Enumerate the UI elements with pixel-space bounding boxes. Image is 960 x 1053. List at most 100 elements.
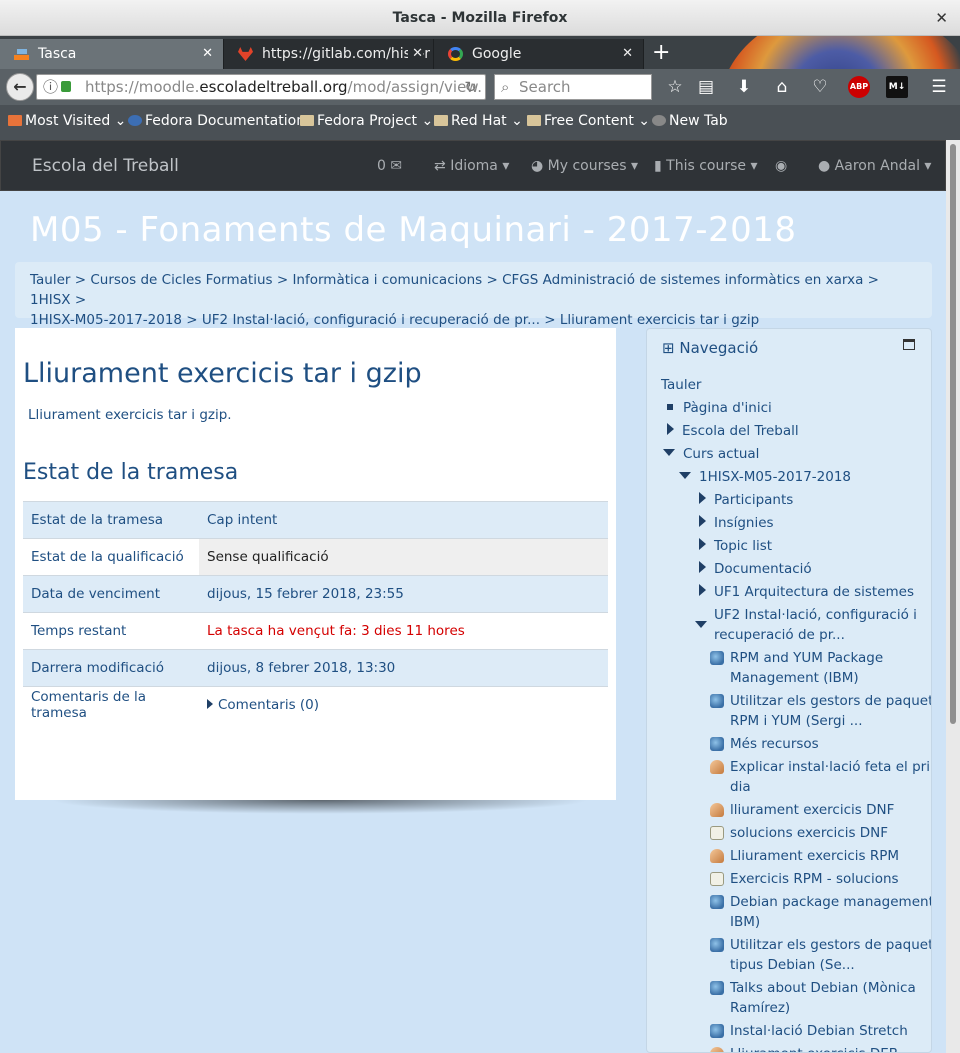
navigation-block: ⊞ Navegació Tauler Pàgina d'inici Escola… [646, 328, 932, 1053]
row-value: La tasca ha vençut fa: 3 dies 11 hores [199, 612, 608, 650]
my-courses-menu[interactable]: ◕ My courses ▾ [531, 141, 638, 192]
gitlab-icon [238, 47, 253, 61]
assignment-description: Lliurament exercicis tar i gzip. [28, 407, 232, 423]
table-row: Darrera modificació dijous, 8 febrer 201… [23, 649, 608, 687]
tab-google[interactable]: Google ✕ [434, 39, 644, 69]
nav-item-course[interactable]: 1HISX-M05-2017-2018 [679, 467, 851, 487]
nav-resource-gestors-rpm[interactable]: Utilitzar els gestors de paquets RPM i YU… [730, 691, 931, 731]
table-row: Comentaris de la tramesa Comentaris (0) [23, 686, 608, 724]
nav-resource-rpm-solucions[interactable]: Exercicis RPM - solucions [730, 869, 899, 889]
bookmarks-toolbar: Most Visited ⌄ Fedora Documentation Fedo… [0, 105, 960, 140]
pocket-icon[interactable]: ♡ [809, 76, 831, 98]
row-value: Sense qualificació [199, 538, 608, 576]
nav-item-tauler[interactable]: Tauler [661, 375, 701, 395]
bookmark-new-tab[interactable]: New Tab [652, 113, 728, 129]
tab-close-icon[interactable]: ✕ [202, 39, 213, 69]
nav-item-participants[interactable]: Participants [699, 490, 793, 510]
tab-strip: Tasca ✕ https://gitlab.com/hisx-r ✕ Goog… [0, 36, 960, 69]
this-course-menu[interactable]: ▮ This course ▾ [654, 141, 758, 192]
back-button[interactable]: ← [6, 73, 34, 101]
new-tab-button[interactable]: + [652, 39, 670, 67]
menu-icon[interactable]: ☰ [928, 76, 950, 98]
download-icon[interactable]: ⬇ [733, 76, 755, 98]
tab-gitlab[interactable]: https://gitlab.com/hisx-r ✕ [224, 39, 434, 69]
page-scrollbar[interactable] [946, 140, 960, 1053]
url-resource-icon [710, 1024, 724, 1038]
notifications-icon[interactable]: ◉ [775, 141, 787, 192]
tab-close-icon[interactable]: ✕ [622, 39, 633, 69]
table-row: Estat de la qualificació Sense qualifica… [23, 538, 608, 576]
search-input[interactable]: ⌕ Search [494, 74, 652, 100]
adblock-icon[interactable]: ABP [848, 76, 870, 98]
nav-item-escola[interactable]: Escola del Treball [667, 421, 799, 441]
navigation-title: ⊞ Navegació [662, 339, 759, 357]
comments-link[interactable]: Comentaris (0) [199, 686, 608, 724]
status-heading: Estat de la tramesa [23, 460, 239, 485]
nav-resource-deb[interactable]: Lliurament exercicis DEB [730, 1044, 898, 1052]
collapse-block-icon[interactable] [903, 339, 915, 350]
url-resource-icon [710, 895, 724, 909]
nav-item-documentacio[interactable]: Documentació [699, 559, 812, 579]
nav-resource-gestors-debian[interactable]: Utilitzar els gestors de paquets tipus De… [730, 935, 931, 975]
breadcrumb-line[interactable]: 1HISX-M05-2017-2018 > UF2 Instal·lació, … [30, 310, 917, 330]
reading-list-icon[interactable]: ▤ [695, 76, 717, 98]
nav-item-topic-list[interactable]: Topic list [699, 536, 772, 556]
window-title: Tasca - Mozilla Firefox [392, 10, 568, 26]
breadcrumb-line[interactable]: Tauler > Cursos de Cicles Formatius > In… [30, 270, 917, 310]
nav-resource-rpm-yum[interactable]: RPM and YUM Package Management (IBM) [730, 648, 883, 688]
bookmark-free-content[interactable]: Free Content ⌄ [527, 113, 650, 129]
nav-resource-dnf[interactable]: lliurament exercicis DNF [730, 800, 894, 820]
nav-item-insignies[interactable]: Insígnies [699, 513, 774, 533]
bookmark-red-hat[interactable]: Red Hat ⌄ [434, 113, 523, 129]
scrollbar-thumb[interactable] [950, 144, 956, 724]
window-close-button[interactable]: ✕ [935, 0, 948, 36]
nav-resource-debian-stretch[interactable]: Instal·lació Debian Stretch [730, 1021, 908, 1041]
user-menu[interactable]: ● Aaron Andal ▾ [818, 141, 931, 192]
site-brand[interactable]: Escola del Treball [32, 141, 179, 192]
bookmark-most-visited[interactable]: Most Visited ⌄ [8, 113, 126, 129]
reload-icon[interactable]: ↻ [464, 75, 477, 99]
bookmark-fedora-docs[interactable]: Fedora Documentation [128, 113, 305, 129]
breadcrumb: Tauler > Cursos de Cicles Formatius > In… [15, 262, 932, 328]
tab-label: https://gitlab.com/hisx-r [262, 46, 431, 62]
nav-resource-talks-debian[interactable]: Talks about Debian (Mònica Ramírez) [730, 978, 916, 1018]
nav-item-inici[interactable]: Pàgina d'inici [667, 398, 772, 418]
book-icon: ▮ [654, 158, 667, 174]
nav-resource-rpm[interactable]: Lliurament exercicis RPM [730, 846, 899, 866]
messages-menu[interactable]: 0 ✉ [377, 141, 402, 192]
info-icon[interactable]: ⓘ [43, 75, 58, 99]
language-menu[interactable]: ⇄ Idioma ▾ [434, 141, 509, 192]
table-row: Estat de la tramesa Cap intent [23, 501, 608, 539]
row-value: dijous, 8 febrer 2018, 13:30 [199, 649, 608, 687]
nav-resource-explicar[interactable]: Explicar instal·lació feta el primerdia [730, 757, 931, 797]
row-value: Cap intent [199, 501, 608, 539]
url-resource-icon [710, 737, 724, 751]
nav-item-curs-actual[interactable]: Curs actual [663, 444, 759, 464]
row-label: Darrera modificació [23, 649, 199, 687]
assignment-icon [710, 849, 724, 863]
nav-item-uf2[interactable]: UF2 Instal·lació, configuració i recupera… [714, 605, 917, 645]
markdown-icon[interactable]: M↓ [886, 76, 908, 98]
collapse-icon[interactable] [695, 621, 707, 628]
tab-label: Google [472, 46, 522, 62]
url-resource-icon [710, 938, 724, 952]
file-icon [710, 872, 724, 886]
nav-resource-solucions-dnf[interactable]: solucions exercicis DNF [730, 823, 888, 843]
nav-resource-mes-recursos[interactable]: Més recursos [730, 734, 819, 754]
bookmark-fedora-project[interactable]: Fedora Project ⌄ [300, 113, 433, 129]
tab-tasca[interactable]: Tasca ✕ [0, 39, 224, 69]
address-bar[interactable]: ⓘ https://moodle.escoladeltreball.org/mo… [36, 74, 486, 100]
collapse-icon [663, 449, 675, 456]
sitemap-icon: ⊞ [662, 339, 680, 357]
nav-resource-debian-pkg[interactable]: Debian package management (LPIIBM) [730, 892, 931, 932]
assignment-icon [710, 760, 724, 774]
row-label: Estat de la qualificació [23, 538, 199, 576]
row-label: Comentaris de la tramesa [23, 686, 199, 724]
assignment-icon [710, 803, 724, 817]
home-icon[interactable]: ⌂ [771, 76, 793, 98]
content-shadow [50, 800, 590, 814]
nav-item-uf1[interactable]: UF1 Arquitectura de sistemes [699, 582, 914, 602]
tab-close-icon[interactable]: ✕ [408, 39, 423, 69]
google-icon [448, 47, 463, 61]
bookmark-star-icon[interactable]: ☆ [664, 76, 686, 98]
